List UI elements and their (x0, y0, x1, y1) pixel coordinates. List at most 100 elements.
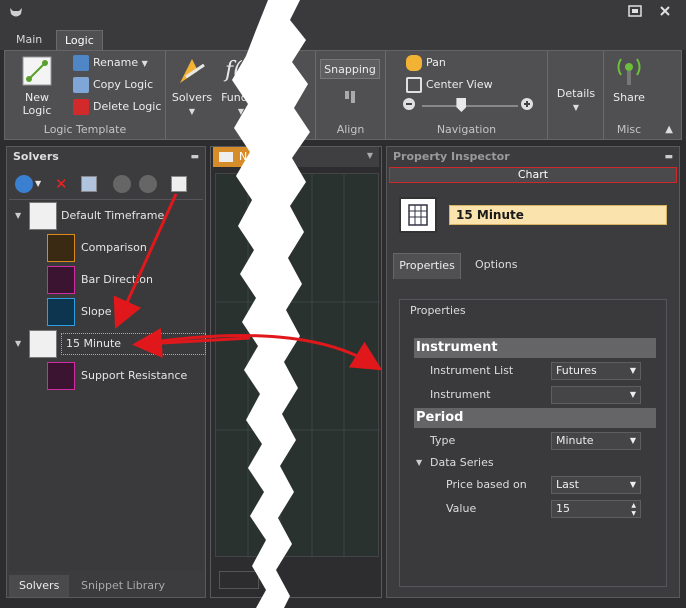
collapse-icon[interactable]: ▼ (416, 452, 422, 474)
close-icon[interactable] (654, 4, 676, 22)
add-solver-icon[interactable] (15, 175, 33, 193)
property-grid: Instrument Instrument List Futures ▼ Inst… (414, 338, 658, 578)
move-down-icon[interactable] (139, 175, 157, 193)
type-select[interactable]: Minute ▼ (551, 432, 641, 450)
tree-node-15-minute[interactable]: ▼ 15 Minute (9, 330, 206, 358)
document-tab[interactable]: Ne (213, 147, 261, 167)
hand-icon (406, 55, 422, 71)
chevron-down-icon: ▼ (188, 107, 196, 116)
price-based-on-select[interactable]: Last ▼ (551, 476, 641, 494)
support-resistance-icon (47, 362, 75, 390)
app-logo-icon (8, 5, 24, 21)
tree-node-comparison[interactable]: Comparison (9, 234, 203, 262)
zoom-out-icon[interactable] (402, 97, 416, 117)
grid-icon (29, 330, 57, 358)
restore-icon[interactable] (624, 4, 646, 22)
center-view-button[interactable]: Center View (406, 75, 493, 95)
zoom-slider-track[interactable] (422, 98, 518, 112)
expand-icon[interactable]: ▼ (15, 202, 21, 230)
tab-snippet-library[interactable]: Snippet Library (71, 575, 175, 597)
create-group-label: Cr (252, 123, 265, 136)
prop-label: Instrument List (430, 364, 514, 377)
tab-logic[interactable]: Logic (56, 30, 103, 50)
collapse-ribbon-icon[interactable]: ▲ (665, 124, 673, 135)
align-group-label: Align (336, 123, 365, 136)
prop-value: Futures (556, 364, 597, 377)
category-period: Period (414, 408, 656, 428)
center-view-icon (406, 77, 422, 93)
object-name-field[interactable]: 15 Minute (449, 205, 667, 225)
tab-solvers[interactable]: Solvers (9, 575, 70, 597)
pan-button[interactable]: Pan (406, 53, 446, 73)
inspector-title: Property Inspector (393, 150, 510, 163)
stepper-arrows-icon[interactable]: ▲ ▼ (631, 502, 636, 518)
add-timeframe-icon[interactable] (171, 176, 187, 192)
tree-node-support-resistance[interactable]: Support Resistance (9, 362, 203, 390)
properties-section-title: Properties (410, 304, 466, 317)
new-logic-button[interactable]: New Logic (9, 55, 65, 117)
tab-options[interactable]: Options (475, 253, 517, 279)
tree-node-default-timeframe[interactable]: ▼ Default Timeframe (9, 202, 203, 230)
chevron-down-icon: ▼ (572, 103, 580, 112)
category-instrument: Instrument (414, 338, 656, 358)
details-group: Details ▼ (548, 51, 604, 139)
pin-icon[interactable]: ▬ (190, 147, 199, 167)
new-logic-label: New Logic (22, 91, 52, 117)
document-tab-label: Ne (239, 150, 254, 163)
tree-node-label: Bar Direction (81, 273, 153, 286)
pan-label: Pan (426, 56, 446, 69)
tree-node-label: 15 Minute (61, 333, 206, 355)
chevron-down-icon: ▼ (141, 59, 148, 68)
tree-node-slope[interactable]: Slope (9, 298, 203, 326)
functions-button[interactable]: f(x) Functio ▼ (220, 55, 263, 117)
prop-price-based-on: Price based on Last ▼ (414, 474, 658, 496)
tab-main[interactable]: Main (8, 30, 50, 50)
prop-label: Value (446, 502, 477, 515)
tree-node-label: Support Resistance (81, 369, 188, 382)
prop-value: Last (556, 478, 579, 491)
align-group: Snapping Align (316, 51, 386, 139)
move-up-icon[interactable] (113, 175, 131, 193)
solvers-label: Solvers (171, 91, 213, 104)
tree-node-bar-direction[interactable]: Bar Direction (9, 266, 203, 294)
prop-value: Minute (556, 434, 594, 447)
logic-canvas[interactable] (215, 173, 380, 558)
share-button[interactable]: Share (608, 55, 650, 104)
snapping-toggle[interactable]: Snapping (320, 59, 380, 79)
scroll-thumb[interactable] (219, 571, 259, 589)
details-button[interactable]: Details ▼ (554, 87, 598, 113)
inspector-header: Property Inspector ▬ (387, 147, 679, 167)
navigation-group-label: Navigation (436, 123, 497, 136)
prop-type: Type Minute ▼ (414, 430, 658, 452)
title-bar (0, 0, 686, 28)
chevron-down-icon[interactable]: ▼ (367, 151, 373, 160)
expand-icon[interactable]: ▼ (15, 330, 21, 358)
share-broadcast-icon (613, 55, 645, 87)
copy-logic-label: Copy Logic (93, 78, 154, 91)
chevron-down-icon[interactable]: ▼ (35, 179, 41, 188)
details-label: Details (556, 87, 596, 100)
instrument-select[interactable]: ▼ (551, 386, 641, 404)
align-bottom-icon[interactable] (344, 89, 358, 109)
remove-icon[interactable]: ✕ (55, 175, 68, 193)
chevron-down-icon: ▼ (237, 107, 245, 116)
value-stepper[interactable]: 15 ▲ ▼ (551, 500, 641, 518)
logic-template-group-label: Logic Template (43, 123, 127, 136)
comparison-icon (47, 234, 75, 262)
tab-properties[interactable]: Properties (393, 253, 461, 279)
canvas-panel: Ne ▼ (210, 146, 382, 598)
solvers-button[interactable]: Solvers ▼ (170, 55, 214, 117)
prop-label: Price based on (446, 478, 527, 491)
delete-logic-button[interactable]: Delete Logic (73, 97, 161, 117)
logic-template-group: New Logic Rename ▼ Copy Logic Delete Log… (5, 51, 166, 139)
zoom-in-icon[interactable] (520, 97, 534, 117)
copy-logic-button[interactable]: Copy Logic (73, 75, 153, 95)
rename-button[interactable]: Rename ▼ (73, 53, 148, 73)
instrument-list-select[interactable]: Futures ▼ (551, 362, 641, 380)
chevron-down-icon: ▼ (629, 390, 636, 399)
document-icon (219, 152, 233, 162)
duplicate-icon[interactable] (81, 176, 97, 192)
zoom-slider-thumb[interactable] (456, 98, 467, 112)
pin-icon[interactable]: ▬ (664, 147, 673, 167)
prop-value: 15 (556, 502, 570, 515)
